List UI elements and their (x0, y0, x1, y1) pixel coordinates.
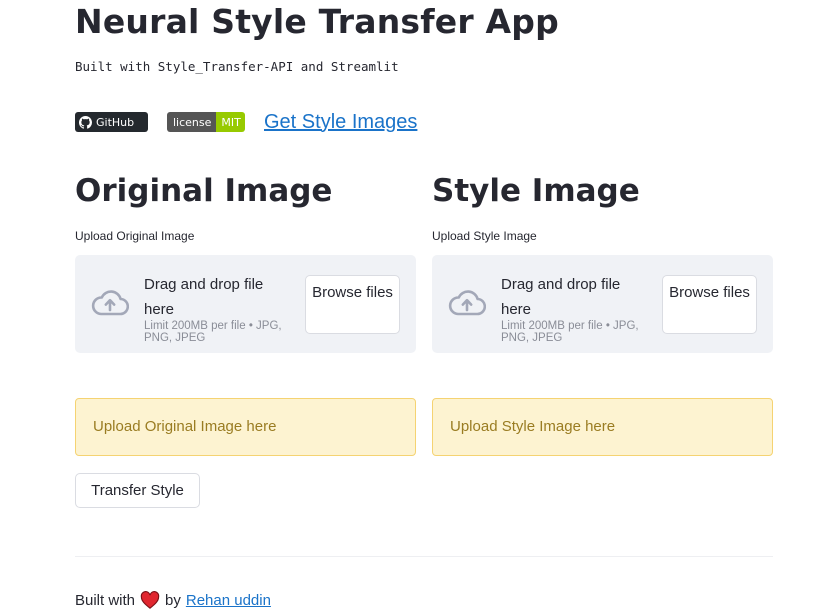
license-badge-right: MIT (216, 112, 245, 132)
footer: Built with by Rehan uddin (75, 591, 271, 609)
github-badge-label: GitHub (96, 115, 135, 129)
license-badge-left: license (167, 112, 217, 132)
page-subtitle: Built with Style_Transfer-API and Stream… (75, 59, 399, 74)
style-browse-files-button[interactable]: Browse files (662, 275, 757, 334)
original-upload-alert: Upload Original Image here (75, 398, 416, 456)
get-style-images-link[interactable]: Get Style Images (264, 111, 417, 134)
original-dropzone-instructions: Drag and drop file here (144, 276, 264, 318)
github-badge[interactable]: GitHub (75, 112, 148, 132)
footer-built-with: Built with (75, 591, 136, 609)
original-browse-files-button[interactable]: Browse files (305, 275, 400, 334)
page-title: Neural Style Transfer App (75, 2, 559, 41)
author-link[interactable]: Rehan uddin (186, 592, 271, 609)
badge-row: GitHub license MIT Get Style Images (75, 110, 417, 134)
footer-by: by (165, 591, 181, 609)
style-upload-alert: Upload Style Image here (432, 398, 773, 456)
original-image-heading: Original Image (75, 173, 333, 209)
transfer-style-button[interactable]: Transfer Style (75, 473, 200, 508)
original-dropzone[interactable]: Drag and drop file here Limit 200MB per … (75, 255, 416, 353)
original-upload-label: Upload Original Image (75, 229, 195, 243)
style-dropzone-instructions: Drag and drop file here (501, 276, 621, 318)
style-dropzone-limit: Limit 200MB per file • JPG, PNG, JPEG (501, 320, 639, 344)
original-dropzone-limit: Limit 200MB per file • JPG, PNG, JPEG (144, 320, 282, 344)
license-badge[interactable]: license MIT (167, 112, 245, 132)
footer-divider (75, 556, 773, 557)
style-image-heading: Style Image (432, 173, 640, 209)
original-image-column: Original Image Upload Original Image Dra… (75, 170, 416, 456)
style-image-column: Style Image Upload Style Image Drag and … (432, 170, 773, 456)
heart-icon (140, 591, 160, 609)
cloud-upload-icon (448, 290, 487, 321)
github-icon (79, 115, 92, 129)
app-page: Neural Style Transfer App Built with Sty… (0, 0, 829, 614)
style-dropzone[interactable]: Drag and drop file here Limit 200MB per … (432, 255, 773, 353)
style-upload-label: Upload Style Image (432, 229, 537, 243)
cloud-upload-icon (91, 290, 130, 321)
